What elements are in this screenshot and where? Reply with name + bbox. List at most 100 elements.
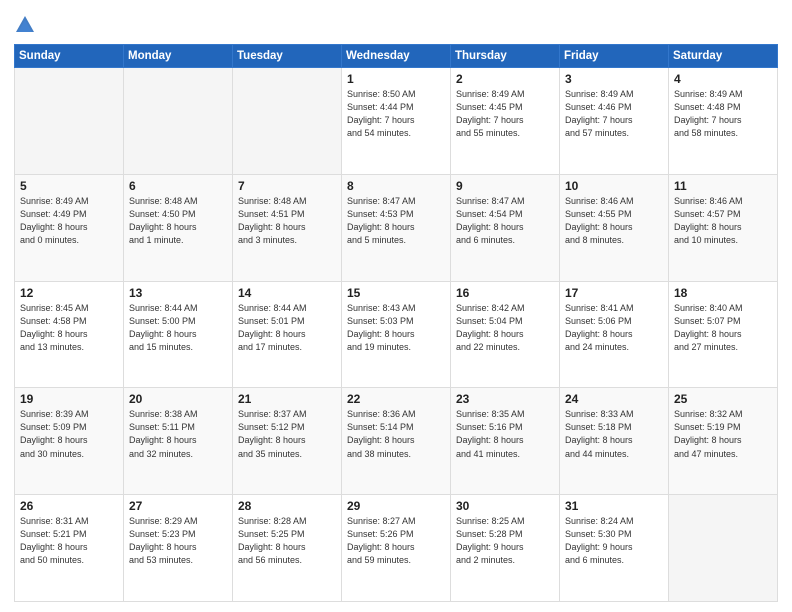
day-number: 31 <box>565 499 663 513</box>
cell-text: Sunrise: 8:49 AM Sunset: 4:45 PM Dayligh… <box>456 88 554 140</box>
calendar-cell: 3 Sunrise: 8:49 AM Sunset: 4:46 PM Daylig… <box>560 68 669 175</box>
weekday-header-row: SundayMondayTuesdayWednesdayThursdayFrid… <box>15 45 778 68</box>
calendar-cell: 27 Sunrise: 8:29 AM Sunset: 5:23 PM Dayli… <box>124 495 233 602</box>
day-number: 16 <box>456 286 554 300</box>
calendar-cell: 7 Sunrise: 8:48 AM Sunset: 4:51 PM Daylig… <box>233 174 342 281</box>
calendar-cell: 2Sunrise: 8:49 AM Sunset: 4:45 PM Daylig… <box>451 68 560 175</box>
calendar-cell: 5 Sunrise: 8:49 AM Sunset: 4:49 PM Daylig… <box>15 174 124 281</box>
cell-text: Sunrise: 8:29 AM Sunset: 5:23 PM Dayligh… <box>129 515 227 567</box>
calendar-cell: 28 Sunrise: 8:28 AM Sunset: 5:25 PM Dayli… <box>233 495 342 602</box>
cell-text: Sunrise: 8:47 AM Sunset: 4:53 PM Dayligh… <box>347 195 445 247</box>
calendar-cell: 20Sunrise: 8:38 AM Sunset: 5:11 PM Dayli… <box>124 388 233 495</box>
calendar-cell: 1 Sunrise: 8:50 AM Sunset: 4:44 PM Daylig… <box>342 68 451 175</box>
cell-text: Sunrise: 8:48 AM Sunset: 4:50 PM Dayligh… <box>129 195 227 247</box>
header <box>14 12 778 36</box>
cell-text: Sunrise: 8:40 AM Sunset: 5:07 PM Dayligh… <box>674 302 772 354</box>
calendar-cell: 12 Sunrise: 8:45 AM Sunset: 4:58 PM Dayli… <box>15 281 124 388</box>
cell-text: Sunrise: 8:49 AM Sunset: 4:49 PM Dayligh… <box>20 195 118 247</box>
calendar-cell: 21 Sunrise: 8:37 AM Sunset: 5:12 PM Dayli… <box>233 388 342 495</box>
calendar-cell: 29 Sunrise: 8:27 AM Sunset: 5:26 PM Dayli… <box>342 495 451 602</box>
day-number: 23 <box>456 392 554 406</box>
calendar-cell: 31 Sunrise: 8:24 AM Sunset: 5:30 PM Dayli… <box>560 495 669 602</box>
day-number: 28 <box>238 499 336 513</box>
day-number: 15 <box>347 286 445 300</box>
calendar-cell <box>669 495 778 602</box>
calendar-cell <box>15 68 124 175</box>
page: SundayMondayTuesdayWednesdayThursdayFrid… <box>0 0 792 612</box>
day-number: 20 <box>129 392 227 406</box>
day-number: 1 <box>347 72 445 86</box>
cell-text: Sunrise: 8:49 AM Sunset: 4:46 PM Dayligh… <box>565 88 663 140</box>
day-number: 11 <box>674 179 772 193</box>
calendar-week-row: 12 Sunrise: 8:45 AM Sunset: 4:58 PM Dayli… <box>15 281 778 388</box>
cell-text: Sunrise: 8:42 AM Sunset: 5:04 PM Dayligh… <box>456 302 554 354</box>
calendar-cell: 25 Sunrise: 8:32 AM Sunset: 5:19 PM Dayli… <box>669 388 778 495</box>
calendar-cell: 19 Sunrise: 8:39 AM Sunset: 5:09 PM Dayli… <box>15 388 124 495</box>
calendar-cell: 4 Sunrise: 8:49 AM Sunset: 4:48 PM Daylig… <box>669 68 778 175</box>
cell-text: Sunrise: 8:46 AM Sunset: 4:55 PM Dayligh… <box>565 195 663 247</box>
calendar-cell <box>124 68 233 175</box>
weekday-header-monday: Monday <box>124 45 233 68</box>
calendar-cell: 24 Sunrise: 8:33 AM Sunset: 5:18 PM Dayli… <box>560 388 669 495</box>
day-number: 3 <box>565 72 663 86</box>
day-number: 24 <box>565 392 663 406</box>
day-number: 17 <box>565 286 663 300</box>
day-number: 30 <box>456 499 554 513</box>
weekday-header-thursday: Thursday <box>451 45 560 68</box>
day-number: 5 <box>20 179 118 193</box>
cell-text: Sunrise: 8:39 AM Sunset: 5:09 PM Dayligh… <box>20 408 118 460</box>
calendar-week-row: 19 Sunrise: 8:39 AM Sunset: 5:09 PM Dayli… <box>15 388 778 495</box>
calendar-cell: 16 Sunrise: 8:42 AM Sunset: 5:04 PM Dayli… <box>451 281 560 388</box>
day-number: 9 <box>456 179 554 193</box>
day-number: 19 <box>20 392 118 406</box>
day-number: 13 <box>129 286 227 300</box>
cell-text: Sunrise: 8:25 AM Sunset: 5:28 PM Dayligh… <box>456 515 554 567</box>
calendar-cell: 26Sunrise: 8:31 AM Sunset: 5:21 PM Dayli… <box>15 495 124 602</box>
day-number: 12 <box>20 286 118 300</box>
cell-text: Sunrise: 8:44 AM Sunset: 5:00 PM Dayligh… <box>129 302 227 354</box>
cell-text: Sunrise: 8:33 AM Sunset: 5:18 PM Dayligh… <box>565 408 663 460</box>
logo <box>14 12 40 36</box>
cell-text: Sunrise: 8:41 AM Sunset: 5:06 PM Dayligh… <box>565 302 663 354</box>
calendar-cell <box>233 68 342 175</box>
day-number: 7 <box>238 179 336 193</box>
calendar-cell: 17 Sunrise: 8:41 AM Sunset: 5:06 PM Dayli… <box>560 281 669 388</box>
cell-text: Sunrise: 8:50 AM Sunset: 4:44 PM Dayligh… <box>347 88 445 140</box>
day-number: 27 <box>129 499 227 513</box>
day-number: 22 <box>347 392 445 406</box>
weekday-header-sunday: Sunday <box>15 45 124 68</box>
day-number: 10 <box>565 179 663 193</box>
day-number: 25 <box>674 392 772 406</box>
day-number: 14 <box>238 286 336 300</box>
calendar-cell: 30 Sunrise: 8:25 AM Sunset: 5:28 PM Dayli… <box>451 495 560 602</box>
cell-text: Sunrise: 8:44 AM Sunset: 5:01 PM Dayligh… <box>238 302 336 354</box>
cell-text: Sunrise: 8:46 AM Sunset: 4:57 PM Dayligh… <box>674 195 772 247</box>
calendar-week-row: 26Sunrise: 8:31 AM Sunset: 5:21 PM Dayli… <box>15 495 778 602</box>
weekday-header-friday: Friday <box>560 45 669 68</box>
weekday-header-tuesday: Tuesday <box>233 45 342 68</box>
cell-text: Sunrise: 8:45 AM Sunset: 4:58 PM Dayligh… <box>20 302 118 354</box>
calendar-cell: 8Sunrise: 8:47 AM Sunset: 4:53 PM Daylig… <box>342 174 451 281</box>
weekday-header-wednesday: Wednesday <box>342 45 451 68</box>
cell-text: Sunrise: 8:32 AM Sunset: 5:19 PM Dayligh… <box>674 408 772 460</box>
cell-text: Sunrise: 8:36 AM Sunset: 5:14 PM Dayligh… <box>347 408 445 460</box>
day-number: 6 <box>129 179 227 193</box>
cell-text: Sunrise: 8:28 AM Sunset: 5:25 PM Dayligh… <box>238 515 336 567</box>
cell-text: Sunrise: 8:48 AM Sunset: 4:51 PM Dayligh… <box>238 195 336 247</box>
calendar-week-row: 1 Sunrise: 8:50 AM Sunset: 4:44 PM Daylig… <box>15 68 778 175</box>
cell-text: Sunrise: 8:24 AM Sunset: 5:30 PM Dayligh… <box>565 515 663 567</box>
cell-text: Sunrise: 8:37 AM Sunset: 5:12 PM Dayligh… <box>238 408 336 460</box>
calendar-cell: 18 Sunrise: 8:40 AM Sunset: 5:07 PM Dayli… <box>669 281 778 388</box>
cell-text: Sunrise: 8:43 AM Sunset: 5:03 PM Dayligh… <box>347 302 445 354</box>
cell-text: Sunrise: 8:27 AM Sunset: 5:26 PM Dayligh… <box>347 515 445 567</box>
calendar-cell: 6 Sunrise: 8:48 AM Sunset: 4:50 PM Daylig… <box>124 174 233 281</box>
day-number: 21 <box>238 392 336 406</box>
day-number: 4 <box>674 72 772 86</box>
day-number: 18 <box>674 286 772 300</box>
cell-text: Sunrise: 8:31 AM Sunset: 5:21 PM Dayligh… <box>20 515 118 567</box>
cell-text: Sunrise: 8:49 AM Sunset: 4:48 PM Dayligh… <box>674 88 772 140</box>
cell-text: Sunrise: 8:47 AM Sunset: 4:54 PM Dayligh… <box>456 195 554 247</box>
day-number: 29 <box>347 499 445 513</box>
calendar-cell: 11 Sunrise: 8:46 AM Sunset: 4:57 PM Dayli… <box>669 174 778 281</box>
calendar-cell: 14 Sunrise: 8:44 AM Sunset: 5:01 PM Dayli… <box>233 281 342 388</box>
